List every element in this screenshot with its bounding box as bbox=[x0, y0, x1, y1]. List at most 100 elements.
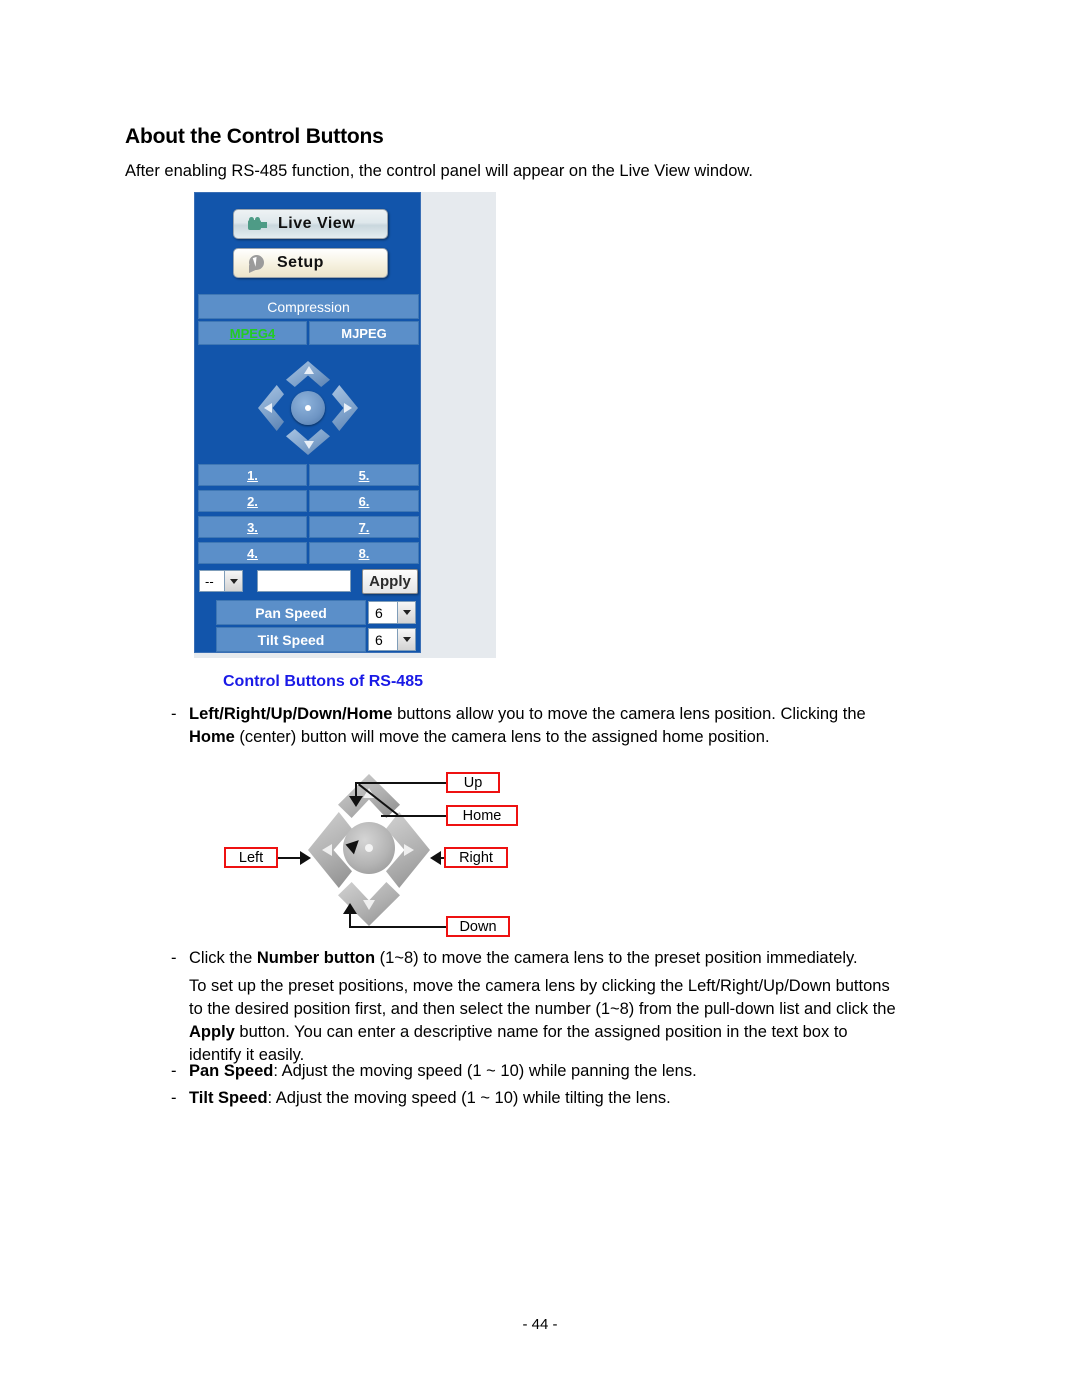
label-right: Right bbox=[444, 847, 508, 868]
figure-caption: Control Buttons of RS-485 bbox=[223, 673, 423, 690]
preset-button-3[interactable]: 3. bbox=[198, 516, 307, 538]
dpad-home-button[interactable] bbox=[291, 391, 325, 425]
bullet1-text-1: buttons allow you to move the camera len… bbox=[392, 705, 866, 723]
ptz-dpad bbox=[258, 361, 358, 455]
pan-speed-value: 6 bbox=[375, 604, 383, 621]
setup-button[interactable]: Setup bbox=[233, 248, 388, 278]
preset-name-input[interactable] bbox=[257, 570, 351, 592]
preset-number-select-value: -- bbox=[205, 573, 214, 589]
preset-setup-bold-apply: Apply bbox=[189, 1023, 235, 1041]
preset-button-2-label: 2. bbox=[247, 493, 258, 509]
leader-line-down bbox=[349, 926, 446, 928]
preset-button-8-label: 8. bbox=[358, 545, 370, 561]
bullet2-text-post: (1~8) to move the camera lens to the pre… bbox=[375, 949, 858, 967]
compression-section-title: Compression bbox=[198, 294, 419, 319]
label-home-text: Home bbox=[462, 807, 502, 824]
bullet1-text-2: (center) button will move the camera len… bbox=[234, 728, 770, 746]
bullet-preset-setup-paragraph: To set up the preset positions, move the… bbox=[189, 975, 969, 1067]
bullet-dash: - bbox=[171, 705, 177, 723]
left-arrow-icon bbox=[264, 403, 272, 413]
document-page: About the Control Buttons After enabling… bbox=[0, 0, 1080, 1397]
video-camera-icon bbox=[248, 217, 268, 231]
cursor-icon bbox=[248, 254, 267, 272]
preset-button-1[interactable]: 1. bbox=[198, 464, 307, 486]
label-up-text: Up bbox=[463, 774, 483, 791]
tilt-speed-select[interactable]: 6 bbox=[368, 628, 416, 651]
preset-setup-line-3: button. You can enter a descriptive name… bbox=[234, 1023, 848, 1041]
preset-button-3-label: 3. bbox=[247, 519, 258, 535]
chevron-down-icon[interactable] bbox=[224, 571, 242, 591]
left-arrow-icon bbox=[322, 844, 332, 856]
label-down: Down bbox=[446, 916, 510, 937]
preset-button-2[interactable]: 2. bbox=[198, 490, 307, 512]
live-view-button[interactable]: Live View bbox=[233, 209, 388, 239]
leader-arrowhead-up bbox=[349, 796, 363, 807]
dpad-annotated-diagram: Up Home Right Left Down bbox=[216, 762, 526, 938]
apply-button[interactable]: Apply bbox=[362, 569, 418, 594]
pan-speed-bold: Pan Speed bbox=[189, 1062, 274, 1080]
tilt-speed-text: : Adjust the moving speed (1 ~ 10) while… bbox=[267, 1089, 671, 1107]
dpad-up-button[interactable] bbox=[286, 361, 330, 387]
label-left: Left bbox=[224, 847, 278, 868]
chevron-down-icon[interactable] bbox=[397, 602, 415, 623]
preset-button-6-label: 6. bbox=[358, 493, 370, 509]
label-down-text: Down bbox=[459, 918, 497, 935]
pan-speed-text: : Adjust the moving speed (1 ~ 10) while… bbox=[273, 1062, 697, 1080]
preset-button-4[interactable]: 4. bbox=[198, 542, 307, 564]
preset-assign-row: -- Apply bbox=[199, 569, 419, 595]
preset-button-5-label: 5. bbox=[358, 467, 370, 483]
bullet-dash: - bbox=[171, 1062, 177, 1080]
tilt-speed-bold: Tilt Speed bbox=[189, 1089, 268, 1107]
bullet2-text-pre: Click the bbox=[189, 949, 257, 967]
label-right-text: Right bbox=[459, 849, 493, 866]
bullet-tilt-speed: - Tilt Speed: Adjust the moving speed (1… bbox=[171, 1087, 949, 1110]
preset-button-7[interactable]: 7. bbox=[309, 516, 419, 538]
chevron-down-icon[interactable] bbox=[397, 629, 415, 650]
bullet2-bold: Number button bbox=[256, 949, 376, 967]
leader-line-up bbox=[356, 782, 446, 784]
preset-button-1-label: 1. bbox=[247, 467, 258, 483]
preset-button-8[interactable]: 8. bbox=[309, 542, 419, 564]
dpad-illustration bbox=[308, 774, 430, 926]
leader-arrowhead-down bbox=[343, 903, 357, 914]
preset-setup-line-1: To set up the preset positions, move the… bbox=[189, 977, 890, 995]
preset-button-6[interactable]: 6. bbox=[309, 490, 419, 512]
rs485-control-panel: Live View Setup Compression MPEG4 MJPEG bbox=[194, 192, 421, 653]
leader-line-down-vertical bbox=[349, 912, 351, 927]
tab-mjpeg-label: MJPEG bbox=[341, 325, 387, 341]
bullet1-bold-1: Left/Right/Up/Down/Home bbox=[189, 705, 393, 723]
tilt-speed-value: 6 bbox=[375, 631, 383, 648]
tab-mjpeg[interactable]: MJPEG bbox=[309, 321, 419, 345]
label-home: Home bbox=[446, 805, 518, 826]
pan-speed-label: Pan Speed bbox=[216, 600, 366, 625]
bullet-pan-speed: - Pan Speed: Adjust the moving speed (1 … bbox=[171, 1060, 949, 1083]
pan-speed-row: Pan Speed 6 bbox=[216, 600, 419, 625]
preset-number-select[interactable]: -- bbox=[199, 570, 243, 592]
bullet1-bold-2: Home bbox=[189, 728, 235, 746]
right-arrow-icon bbox=[344, 403, 352, 413]
leader-arrowhead-left bbox=[300, 851, 311, 865]
live-view-button-label: Live View bbox=[278, 215, 356, 232]
tab-mpeg4[interactable]: MPEG4 bbox=[198, 321, 307, 345]
preset-button-4-label: 4. bbox=[247, 545, 258, 561]
bullet-dpad-description: - Left/Right/Up/Down/Home buttons allow … bbox=[171, 703, 949, 749]
tilt-speed-row: Tilt Speed 6 bbox=[216, 627, 419, 652]
bullet-dash: - bbox=[171, 1089, 177, 1107]
control-panel-screenshot: Live View Setup Compression MPEG4 MJPEG bbox=[194, 192, 496, 658]
setup-button-label: Setup bbox=[277, 254, 324, 271]
preset-setup-line-2: to the desired position first, and then … bbox=[189, 1000, 896, 1018]
up-arrow-icon bbox=[304, 366, 314, 374]
down-arrow-icon bbox=[363, 900, 375, 910]
preset-button-7-label: 7. bbox=[358, 519, 370, 535]
page-title: About the Control Buttons bbox=[125, 125, 384, 148]
leader-line-home bbox=[381, 815, 446, 817]
label-left-text: Left bbox=[238, 849, 264, 866]
tilt-speed-label: Tilt Speed bbox=[216, 627, 366, 652]
bullet-number-button: - Click the Number button (1~8) to move … bbox=[171, 947, 964, 970]
page-number: - 44 - bbox=[522, 1316, 558, 1333]
bullet-dash: - bbox=[171, 949, 177, 967]
pan-speed-select[interactable]: 6 bbox=[368, 601, 416, 624]
label-up: Up bbox=[446, 772, 500, 793]
preset-button-5[interactable]: 5. bbox=[309, 464, 419, 486]
tab-mpeg4-label: MPEG4 bbox=[229, 325, 276, 341]
